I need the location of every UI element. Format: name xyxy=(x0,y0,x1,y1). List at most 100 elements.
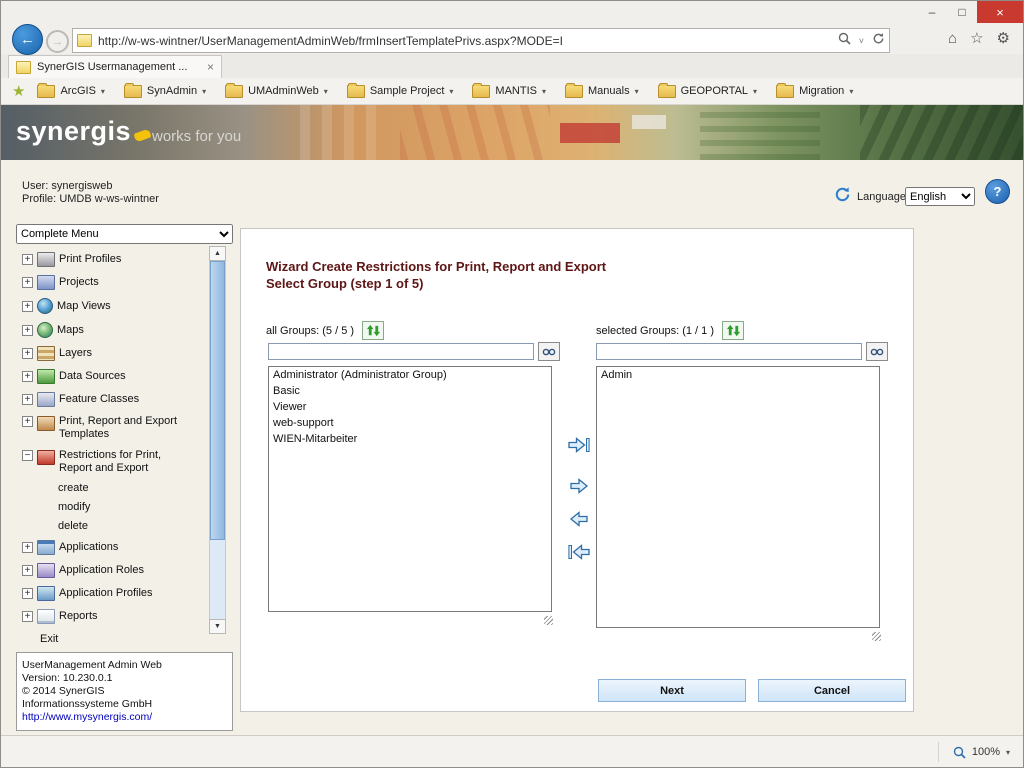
sidebar-item-label[interactable]: Layers xyxy=(59,347,92,360)
tree-expand-icon[interactable]: + xyxy=(22,325,33,336)
scrollbar-track[interactable] xyxy=(209,261,226,619)
sidebar-item-feature-classes[interactable]: + Feature Classes xyxy=(16,388,208,411)
minimize-button[interactable]: – xyxy=(917,1,947,23)
scroll-up-icon[interactable]: ▲ xyxy=(209,246,226,261)
sidebar-item-label[interactable]: Feature Classes xyxy=(59,393,139,406)
sidebar-item-map-views[interactable]: + Map Views xyxy=(16,294,208,318)
url-input[interactable] xyxy=(92,34,838,48)
tree-expand-icon[interactable]: + xyxy=(22,394,33,405)
add-favorite-star-icon[interactable]: ★ xyxy=(12,82,25,100)
tree-expand-icon[interactable]: + xyxy=(22,348,33,359)
sidebar-item-exit[interactable]: Exit xyxy=(16,628,208,650)
move-left-button[interactable] xyxy=(565,508,593,530)
zoom-caret-icon[interactable]: ▾ xyxy=(1006,748,1010,757)
list-option[interactable]: Basic xyxy=(269,383,551,399)
tree-expand-icon[interactable]: + xyxy=(22,588,33,599)
sidebar-item-application-profiles[interactable]: + Application Profiles xyxy=(16,582,208,605)
list-option[interactable]: Administrator (Administrator Group) xyxy=(269,367,551,383)
zoom-control[interactable]: 100% ▾ xyxy=(938,742,1010,762)
sidebar-item-label[interactable]: Application Roles xyxy=(59,564,144,577)
all-groups-listbox[interactable]: Administrator (Administrator Group) Basi… xyxy=(268,366,552,612)
settings-gear-icon[interactable]: ⚙ xyxy=(997,29,1010,47)
close-button[interactable]: × xyxy=(977,1,1023,23)
favorite-item-umadminweb[interactable]: UMAdminWeb ▾ xyxy=(225,85,328,98)
resize-grip-icon[interactable] xyxy=(872,632,881,641)
back-button[interactable]: ← xyxy=(12,24,43,55)
sidebar-item-label[interactable]: Restrictions for Print, Report and Expor… xyxy=(59,449,197,475)
list-option[interactable]: WIEN-Mitarbeiter xyxy=(269,431,551,447)
selected-groups-listbox[interactable]: Admin xyxy=(596,366,880,628)
favorite-item-migration[interactable]: Migration ▾ xyxy=(776,85,853,98)
sidebar-item-label[interactable]: Application Profiles xyxy=(59,587,153,600)
synergis-website-link[interactable]: http://www.mysynergis.com/ xyxy=(22,711,152,723)
sidebar-item-projects[interactable]: + Projects xyxy=(16,271,208,294)
menu-mode-select[interactable]: Complete Menu xyxy=(16,224,233,244)
tree-expand-icon[interactable]: + xyxy=(22,277,33,288)
sidebar-item-modify[interactable]: modify xyxy=(16,498,208,517)
sidebar-item-data-sources[interactable]: + Data Sources xyxy=(16,365,208,388)
favorites-icon[interactable]: ☆ xyxy=(970,29,983,47)
browser-tab[interactable]: SynerGIS Usermanagement ... × xyxy=(8,55,222,78)
tree-expand-icon[interactable]: + xyxy=(22,301,33,312)
search-icon[interactable] xyxy=(838,32,851,50)
all-groups-filter-input[interactable] xyxy=(268,343,534,360)
sidebar-item-delete[interactable]: delete xyxy=(16,517,208,536)
sidebar-item-label[interactable]: Projects xyxy=(59,276,99,289)
favorite-item-arcgis[interactable]: ArcGIS ▾ xyxy=(37,85,104,98)
scroll-down-icon[interactable]: ▼ xyxy=(209,619,226,634)
reload-groups-icon[interactable] xyxy=(362,321,384,340)
tree-expand-icon[interactable]: + xyxy=(22,254,33,265)
language-select[interactable]: English xyxy=(905,187,975,206)
maximize-button[interactable]: □ xyxy=(947,1,977,23)
tree-expand-icon[interactable]: + xyxy=(22,416,33,427)
tree-collapse-icon[interactable]: − xyxy=(22,450,33,461)
forward-button[interactable]: → xyxy=(46,30,69,53)
tree-expand-icon[interactable]: + xyxy=(22,371,33,382)
home-icon[interactable]: ⌂ xyxy=(948,30,957,47)
next-button[interactable]: Next xyxy=(598,679,746,702)
list-option[interactable]: Viewer xyxy=(269,399,551,415)
sidebar-item-label[interactable]: Print Profiles xyxy=(59,253,121,266)
reload-selected-groups-icon[interactable] xyxy=(722,321,744,340)
address-dropdown-icon[interactable]: ˅ xyxy=(859,36,864,46)
sidebar-scrollbar[interactable]: ▲ ▼ xyxy=(209,246,226,634)
favorite-item-manuals[interactable]: Manuals ▾ xyxy=(565,85,639,98)
sidebar-item-print-profiles[interactable]: + Print Profiles xyxy=(16,248,208,271)
cancel-button[interactable]: Cancel xyxy=(758,679,906,702)
move-all-left-button[interactable] xyxy=(565,541,593,563)
sidebar-item-label[interactable]: Map Views xyxy=(57,300,111,313)
sidebar-item-label[interactable]: Print, Report and Export Templates xyxy=(59,415,197,441)
tree-expand-icon[interactable]: + xyxy=(22,611,33,622)
list-option[interactable]: web-support xyxy=(269,415,551,431)
tree-expand-icon[interactable]: + xyxy=(22,542,33,553)
selected-groups-filter-icon[interactable] xyxy=(866,342,888,361)
sidebar-item-label[interactable]: Data Sources xyxy=(59,370,126,383)
sidebar-item-maps[interactable]: + Maps xyxy=(16,318,208,342)
sidebar-item-create[interactable]: create xyxy=(16,479,208,498)
resize-grip-icon[interactable] xyxy=(544,616,553,625)
tree-expand-icon[interactable]: + xyxy=(22,565,33,576)
sidebar-item-print-report-export-templates[interactable]: + Print, Report and Export Templates xyxy=(16,411,208,445)
favorite-item-geoportal[interactable]: GEOPORTAL ▾ xyxy=(658,85,757,98)
tab-close-icon[interactable]: × xyxy=(207,60,214,74)
sidebar-item-application-roles[interactable]: + Application Roles xyxy=(16,559,208,582)
sidebar-item-reports[interactable]: + Reports xyxy=(16,605,208,628)
favorite-item-mantis[interactable]: MANTIS ▾ xyxy=(472,85,546,98)
sidebar-item-label[interactable]: Reports xyxy=(59,610,98,623)
reload-page-icon[interactable] xyxy=(833,185,852,209)
sidebar-item-label[interactable]: Maps xyxy=(57,324,84,337)
sidebar-item-layers[interactable]: + Layers xyxy=(16,342,208,365)
move-all-right-button[interactable] xyxy=(565,434,593,456)
sidebar-item-label[interactable]: Applications xyxy=(59,541,118,554)
address-bar[interactable]: ˅ xyxy=(72,28,890,53)
favorite-item-synadmin[interactable]: SynAdmin ▾ xyxy=(124,85,206,98)
sidebar-item-restrictions[interactable]: − Restrictions for Print, Report and Exp… xyxy=(16,445,208,479)
scrollbar-thumb[interactable] xyxy=(210,261,225,540)
list-option[interactable]: Admin xyxy=(597,367,879,383)
refresh-page-icon[interactable] xyxy=(872,32,885,50)
all-groups-filter-icon[interactable] xyxy=(538,342,560,361)
selected-groups-filter-input[interactable] xyxy=(596,343,862,360)
move-right-button[interactable] xyxy=(565,475,593,497)
help-icon[interactable]: ? xyxy=(985,179,1010,204)
favorite-item-sample-project[interactable]: Sample Project ▾ xyxy=(347,85,454,98)
